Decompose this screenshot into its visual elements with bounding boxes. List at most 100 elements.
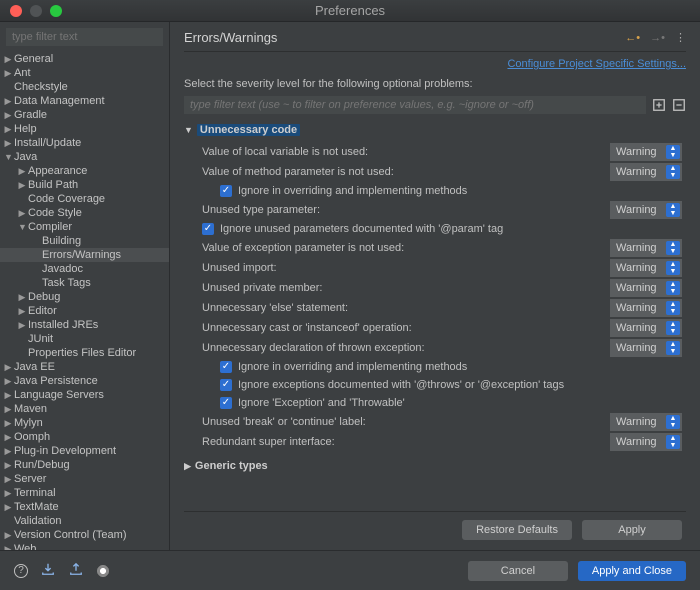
checkbox[interactable]: ✓: [220, 397, 232, 409]
close-button[interactable]: [10, 5, 22, 17]
back-icon[interactable]: ←•: [625, 32, 640, 44]
sidebar-filter-input[interactable]: [6, 28, 163, 46]
apply-and-close-button[interactable]: Apply and Close: [578, 561, 686, 581]
severity-select[interactable]: Warning▲▼: [610, 259, 682, 277]
severity-select[interactable]: Warning▲▼: [610, 319, 682, 337]
setting-row: Value of method parameter is not used:Wa…: [184, 162, 686, 182]
severity-value: Warning: [616, 146, 657, 158]
setting-label: Unnecessary cast or 'instanceof' operati…: [202, 322, 412, 334]
severity-select[interactable]: Warning▲▼: [610, 163, 682, 181]
configure-project-link[interactable]: Configure Project Specific Settings...: [184, 52, 686, 74]
severity-select[interactable]: Warning▲▼: [610, 279, 682, 297]
sidebar-item-label: Checkstyle: [12, 81, 68, 93]
expand-all-icon[interactable]: [652, 98, 666, 112]
sidebar-item-code-style[interactable]: ▶Code Style: [0, 206, 169, 220]
checkbox[interactable]: ✓: [220, 361, 232, 373]
section-unnecessary-code[interactable]: ▼ Unnecessary code: [184, 122, 686, 142]
sidebar-item-java-persistence[interactable]: ▶Java Persistence: [0, 374, 169, 388]
sidebar-item-terminal[interactable]: ▶Terminal: [0, 486, 169, 500]
export-icon[interactable]: [68, 562, 84, 579]
sidebar-item-label: Building: [40, 235, 81, 247]
sidebar-item-textmate[interactable]: ▶TextMate: [0, 500, 169, 514]
sidebar-item-label: Java Persistence: [12, 375, 98, 387]
sidebar-item-install-update[interactable]: ▶Install/Update: [0, 136, 169, 150]
sidebar-item-label: Help: [12, 123, 37, 135]
sidebar-item-web[interactable]: ▶Web: [0, 542, 169, 550]
section-generic-types[interactable]: ▶ Generic types: [184, 452, 686, 478]
severity-select[interactable]: Warning▲▼: [610, 299, 682, 317]
sidebar-item-appearance[interactable]: ▶Appearance: [0, 164, 169, 178]
chevron-down-icon: ▼: [4, 152, 12, 162]
sidebar-item-version-control-team-[interactable]: ▶Version Control (Team): [0, 528, 169, 542]
sidebar-item-building[interactable]: Building: [0, 234, 169, 248]
oomph-icon[interactable]: [96, 564, 110, 578]
sidebar-item-editor[interactable]: ▶Editor: [0, 304, 169, 318]
checkbox[interactable]: ✓: [202, 223, 214, 235]
severity-select[interactable]: Warning▲▼: [610, 201, 682, 219]
sidebar-item-data-management[interactable]: ▶Data Management: [0, 94, 169, 108]
severity-select[interactable]: Warning▲▼: [610, 239, 682, 257]
sidebar-item-maven[interactable]: ▶Maven: [0, 402, 169, 416]
help-icon[interactable]: ?: [14, 564, 28, 578]
chevron-right-icon: ▶: [4, 530, 12, 541]
sidebar-item-label: Web: [12, 543, 36, 550]
sidebar-item-help[interactable]: ▶Help: [0, 122, 169, 136]
apply-button[interactable]: Apply: [582, 520, 682, 540]
nav-icons: ←• →• ⋮: [625, 31, 686, 44]
stepper-icon: ▲▼: [666, 241, 680, 255]
sidebar-item-mylyn[interactable]: ▶Mylyn: [0, 416, 169, 430]
severity-select[interactable]: Warning▲▼: [610, 433, 682, 451]
sidebar-item-task-tags[interactable]: Task Tags: [0, 276, 169, 290]
chevron-right-icon: ▶: [4, 544, 12, 551]
import-icon[interactable]: [40, 562, 56, 579]
minimize-button[interactable]: [30, 5, 42, 17]
severity-value: Warning: [616, 262, 657, 274]
sidebar-item-checkstyle[interactable]: Checkstyle: [0, 80, 169, 94]
sidebar-item-compiler[interactable]: ▼Compiler: [0, 220, 169, 234]
checkbox[interactable]: ✓: [220, 185, 232, 197]
sidebar-item-code-coverage[interactable]: Code Coverage: [0, 192, 169, 206]
sidebar-item-validation[interactable]: Validation: [0, 514, 169, 528]
sidebar-item-installed-jres[interactable]: ▶Installed JREs: [0, 318, 169, 332]
sidebar-item-gradle[interactable]: ▶Gradle: [0, 108, 169, 122]
sidebar-item-run-debug[interactable]: ▶Run/Debug: [0, 458, 169, 472]
collapse-all-icon[interactable]: [672, 98, 686, 112]
setting-label: Unused type parameter:: [202, 204, 320, 216]
severity-value: Warning: [616, 416, 657, 428]
checkbox-row: ✓Ignore in overriding and implementing m…: [184, 182, 686, 200]
titlebar: Preferences: [0, 0, 700, 22]
sidebar-item-properties-files-editor[interactable]: Properties Files Editor: [0, 346, 169, 360]
page-title: Errors/Warnings: [184, 30, 277, 45]
sidebar-item-java-ee[interactable]: ▶Java EE: [0, 360, 169, 374]
sidebar-item-javadoc[interactable]: Javadoc: [0, 262, 169, 276]
menu-icon[interactable]: ⋮: [675, 31, 686, 44]
severity-select[interactable]: Warning▲▼: [610, 413, 682, 431]
sidebar-item-oomph[interactable]: ▶Oomph: [0, 430, 169, 444]
setting-label: Redundant super interface:: [202, 436, 335, 448]
chevron-right-icon: ▶: [4, 54, 12, 65]
chevron-right-icon: ▶: [4, 362, 12, 373]
checkbox[interactable]: ✓: [220, 379, 232, 391]
severity-select[interactable]: Warning▲▼: [610, 339, 682, 357]
sidebar-item-junit[interactable]: JUnit: [0, 332, 169, 346]
sidebar-item-label: Oomph: [12, 431, 50, 443]
sidebar-item-java[interactable]: ▼Java: [0, 150, 169, 164]
setting-row: Unnecessary 'else' statement:Warning▲▼: [184, 298, 686, 318]
sidebar-item-build-path[interactable]: ▶Build Path: [0, 178, 169, 192]
severity-select[interactable]: Warning▲▼: [610, 143, 682, 161]
sidebar-item-debug[interactable]: ▶Debug: [0, 290, 169, 304]
settings-filter-input[interactable]: [184, 96, 646, 114]
sidebar-item-server[interactable]: ▶Server: [0, 472, 169, 486]
cancel-button[interactable]: Cancel: [468, 561, 568, 581]
sidebar-item-plug-in-development[interactable]: ▶Plug-in Development: [0, 444, 169, 458]
forward-icon[interactable]: →•: [650, 32, 665, 44]
sidebar-item-general[interactable]: ▶General: [0, 52, 169, 66]
chevron-down-icon: ▼: [184, 125, 193, 135]
chevron-right-icon: ▶: [18, 180, 26, 191]
sidebar-item-language-servers[interactable]: ▶Language Servers: [0, 388, 169, 402]
chevron-right-icon: ▶: [4, 404, 12, 415]
sidebar-item-errors-warnings[interactable]: Errors/Warnings: [0, 248, 169, 262]
restore-defaults-button[interactable]: Restore Defaults: [462, 520, 572, 540]
sidebar-item-ant[interactable]: ▶Ant: [0, 66, 169, 80]
maximize-button[interactable]: [50, 5, 62, 17]
